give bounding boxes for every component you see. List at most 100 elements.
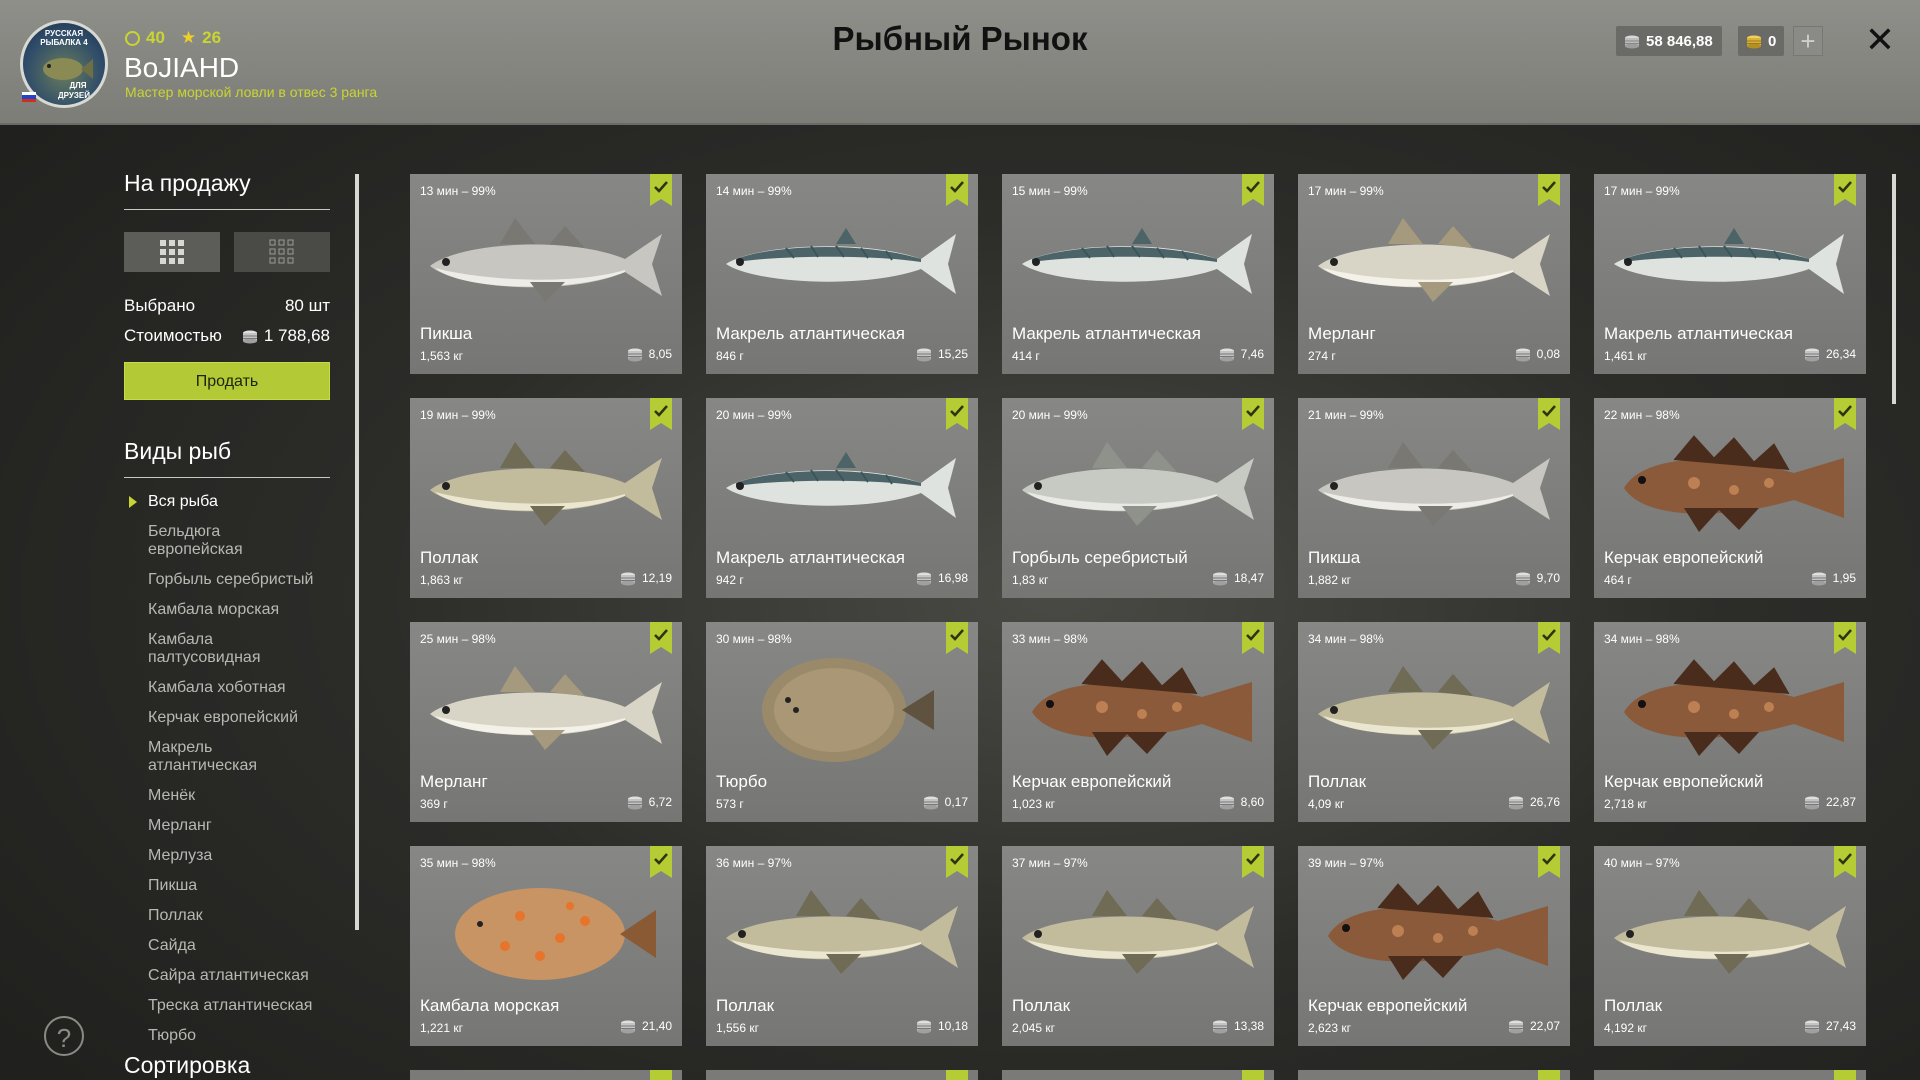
selected-checkmark-icon[interactable] [1834, 174, 1856, 206]
partial-card[interactable] [410, 1070, 682, 1080]
selected-checkmark-icon[interactable] [1242, 622, 1264, 654]
selected-checkmark-icon[interactable] [1538, 622, 1560, 654]
selected-checkmark-icon[interactable] [946, 622, 968, 654]
selected-checkmark-icon[interactable] [1242, 398, 1264, 430]
help-button[interactable]: ? [44, 1016, 84, 1056]
selected-checkmark-icon[interactable] [1242, 846, 1264, 878]
fish-card[interactable]: 37 мин – 97% Поллак 2,045 кг 13,38 [1002, 846, 1274, 1046]
silver-coins-icon [1804, 796, 1820, 809]
species-item[interactable]: Мерланг [124, 814, 330, 838]
fish-card[interactable]: 30 мин – 98% Тюрбо 573 г 0,17 [706, 622, 978, 822]
large-grid-view-button[interactable] [124, 232, 220, 272]
selected-checkmark-icon[interactable] [1834, 398, 1856, 430]
fish-card[interactable]: 34 мин – 98% Поллак 4,09 кг 26,76 [1298, 622, 1570, 822]
price-value: 22,07 [1529, 1019, 1560, 1033]
species-item[interactable]: Камбала морская [124, 598, 330, 622]
selected-checkmark-icon[interactable] [1538, 398, 1560, 430]
silver-coins-icon [1508, 1020, 1524, 1033]
species-title: Виды рыб [124, 438, 330, 478]
selected-checkmark-icon[interactable] [650, 398, 672, 430]
partial-card[interactable] [1002, 1070, 1274, 1080]
price-value: 16,98 [937, 571, 968, 585]
selected-checkmark-icon[interactable] [1242, 174, 1264, 206]
fish-card[interactable]: 20 мин – 99% Горбыль серебристый 1,83 кг 1… [1002, 398, 1274, 598]
species-item[interactable]: Керчак европейский [124, 706, 330, 730]
fish-card[interactable]: 21 мин – 99% Пикша 1,882 кг 9,70 [1298, 398, 1570, 598]
fish-price: 12,19 [620, 571, 672, 585]
partial-card[interactable] [1594, 1070, 1866, 1080]
price-value: 12,19 [641, 571, 672, 585]
species-item[interactable]: Пикша [124, 874, 330, 898]
fish-card[interactable]: 15 мин – 99% Макрель атлантическая 414 г 7… [1002, 174, 1274, 374]
fish-name: Поллак [420, 548, 479, 567]
species-item[interactable]: Мерлуза [124, 844, 330, 868]
pollack-fish-image [716, 876, 968, 986]
species-item[interactable]: Камбала хоботная [124, 676, 330, 700]
silver-coins-icon [242, 330, 258, 343]
fish-card[interactable]: 20 мин – 99% Макрель атлантическая 942 г 1… [706, 398, 978, 598]
partial-card[interactable] [706, 1070, 978, 1080]
price-value: 27,43 [1825, 1019, 1856, 1033]
fish-card[interactable]: 34 мин – 98% Керчак европейский 2,718 кг 2… [1594, 622, 1866, 822]
fish-card[interactable]: 14 мин – 99% Макрель атлантическая 846 г 1… [706, 174, 978, 374]
small-grid-icon [269, 239, 294, 264]
small-grid-view-button[interactable] [234, 232, 330, 272]
gold-amount: 0 [1768, 32, 1777, 50]
sell-button[interactable]: Продать [124, 362, 330, 400]
fish-price: 16,98 [916, 571, 968, 585]
selected-checkmark-icon[interactable] [1538, 846, 1560, 878]
fish-weight: 1,882 кг [1308, 573, 1351, 587]
catch-time-label: 19 мин – 99% [420, 408, 496, 422]
catch-time-label: 40 мин – 97% [1604, 856, 1680, 870]
species-item[interactable]: Сайра атлантическая [124, 964, 330, 988]
selected-value: 80 шт [284, 296, 330, 315]
selected-checkmark-icon[interactable] [650, 622, 672, 654]
fish-card[interactable]: 17 мин – 99% Мерланг 274 г 0,08 [1298, 174, 1570, 374]
selected-checkmark-icon[interactable] [650, 174, 672, 206]
selected-checkmark-icon[interactable] [650, 846, 672, 878]
fish-card[interactable]: 17 мин – 99% Макрель атлантическая 1,461 … [1594, 174, 1866, 374]
species-item[interactable]: Бельдюга европейская [124, 520, 268, 562]
fish-card[interactable]: 22 мин – 98% Керчак европейский 464 г 1,95 [1594, 398, 1866, 598]
selected-checkmark-icon[interactable] [1834, 846, 1856, 878]
fish-card[interactable]: 25 мин – 98% Мерланг 369 г 6,72 [410, 622, 682, 822]
fish-weight: 1,83 кг [1012, 573, 1049, 587]
fish-name: Поллак [716, 996, 775, 1015]
fish-card[interactable]: 39 мин – 97% Керчак европейский 2,623 кг 2… [1298, 846, 1570, 1046]
species-item[interactable]: Тюрбо [124, 1024, 330, 1048]
fish-card[interactable]: 36 мин – 97% Поллак 1,556 кг 10,18 [706, 846, 978, 1046]
species-item[interactable]: Поллак [124, 904, 330, 928]
species-item[interactable]: Макрель атлантическая [124, 736, 268, 778]
fish-price: 6,72 [627, 795, 672, 809]
close-button[interactable]: ✕ [1862, 20, 1898, 60]
fish-card[interactable]: 40 мин – 97% Поллак 4,192 кг 27,43 [1594, 846, 1866, 1046]
mackerel-fish-image [716, 428, 968, 538]
selected-checkmark-icon[interactable] [1538, 174, 1560, 206]
catch-time-label: 21 мин – 99% [1308, 408, 1384, 422]
species-item[interactable]: Треска атлантическая [124, 994, 330, 1018]
price-value: 7,46 [1240, 347, 1264, 361]
species-item[interactable]: Менёк [124, 784, 330, 808]
cost-label: Стоимостью [124, 326, 222, 345]
species-item[interactable]: Сайда [124, 934, 330, 958]
selected-badge-icon [1538, 1070, 1560, 1080]
species-item[interactable]: Камбала палтусовидная [124, 628, 268, 670]
fish-card[interactable]: 19 мин – 99% Поллак 1,863 кг 12,19 [410, 398, 682, 598]
gold-coins-icon [1746, 35, 1762, 48]
selected-checkmark-icon[interactable] [946, 846, 968, 878]
price-value: 26,34 [1825, 347, 1856, 361]
fish-card[interactable]: 13 мин – 99% Пикша 1,563 кг 8,05 [410, 174, 682, 374]
grid-scrollbar[interactable] [1892, 174, 1896, 404]
fish-card[interactable]: 33 мин – 98% Керчак европейский 1,023 кг 8… [1002, 622, 1274, 822]
large-grid-icon [160, 240, 184, 264]
top-bar: РУССКАЯ РЫБАЛКА 4 ДЛЯ ДРУЗЕЙ 40 ★ 26 BoJ… [0, 0, 1920, 125]
fish-card[interactable]: 35 мин – 98% Камбала морская 1,221 кг 21,4… [410, 846, 682, 1046]
partial-card[interactable] [1298, 1070, 1570, 1080]
add-currency-button[interactable]: + [1793, 26, 1823, 56]
species-item[interactable]: Горбыль серебристый [124, 568, 330, 592]
selected-checkmark-icon[interactable] [946, 174, 968, 206]
selected-checkmark-icon[interactable] [946, 398, 968, 430]
species-item[interactable]: Вся рыба [124, 490, 330, 514]
sidebar-scrollbar[interactable] [355, 174, 359, 930]
selected-checkmark-icon[interactable] [1834, 622, 1856, 654]
